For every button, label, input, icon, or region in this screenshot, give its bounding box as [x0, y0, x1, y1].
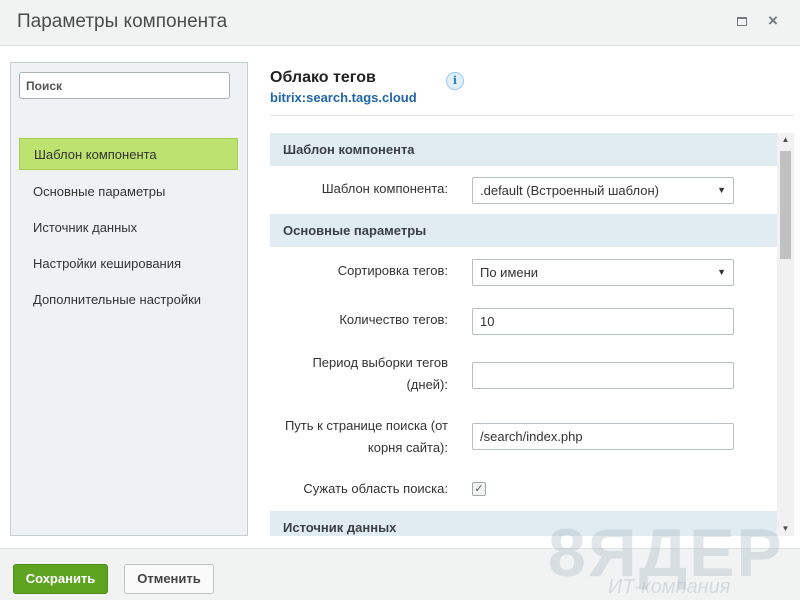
content-scrollbar[interactable]: ▲ ▼: [777, 133, 794, 536]
sidebar-item-cache-settings[interactable]: Настройки кеширования: [19, 246, 238, 282]
period-label: Период выборки тегов (дней):: [312, 352, 448, 396]
search-input[interactable]: [19, 72, 230, 99]
period-label-line1: Период выборки тегов: [312, 355, 448, 370]
dropdown-arrow-icon: ▼: [717, 185, 726, 195]
section-header-data-source: Источник данных: [270, 511, 777, 536]
narrow-search-checkbox[interactable]: ✓: [472, 482, 486, 496]
sidebar-item-data-source[interactable]: Источник данных: [19, 210, 238, 246]
section-header-main: Основные параметры: [270, 214, 777, 247]
dialog-footer: Сохранить Отменить: [0, 548, 800, 600]
dialog-title: Параметры компонента: [17, 11, 228, 32]
dropdown-arrow-icon: ▼: [717, 267, 726, 277]
settings-form: Шаблон компонента Шаблон компонента: .de…: [270, 133, 777, 536]
sidebar-item-template[interactable]: Шаблон компонента: [19, 138, 238, 170]
scroll-down-icon[interactable]: ▼: [777, 522, 794, 536]
scroll-up-icon[interactable]: ▲: [777, 133, 794, 147]
search-path-input[interactable]: /search/index.php: [472, 423, 734, 450]
search-path-label-line1: Путь к странице поиска (от: [284, 418, 448, 433]
sidebar-nav: Шаблон компонента Основные параметры Ист…: [19, 138, 238, 318]
narrow-search-label: Сужать область поиска:: [303, 481, 448, 496]
section-header-template: Шаблон компонента: [270, 133, 777, 166]
sidebar-item-additional-settings[interactable]: Дополнительные настройки: [19, 282, 238, 318]
cancel-button[interactable]: Отменить: [124, 564, 214, 594]
dialog-titlebar: Параметры компонента ×: [0, 0, 800, 46]
close-icon[interactable]: ×: [764, 11, 782, 31]
sort-select[interactable]: По имени ▼: [472, 259, 734, 286]
component-name: Облако тегов: [270, 69, 376, 86]
period-input[interactable]: [472, 362, 734, 389]
scroll-thumb[interactable]: [780, 151, 791, 259]
period-label-line2: (дней):: [406, 377, 448, 392]
count-input[interactable]: 10: [472, 308, 734, 335]
maximize-icon[interactable]: [737, 17, 747, 26]
component-header: Облако тегов i bitrix:search.tags.cloud: [270, 66, 794, 116]
info-icon[interactable]: i: [446, 72, 464, 90]
component-code: bitrix:search.tags.cloud: [270, 90, 417, 105]
template-select-value: .default (Встроенный шаблон): [480, 183, 659, 198]
sidebar: Шаблон компонента Основные параметры Ист…: [10, 62, 248, 536]
count-label: Количество тегов:: [339, 312, 448, 327]
template-select[interactable]: .default (Встроенный шаблон) ▼: [472, 177, 734, 204]
sort-label: Сортировка тегов:: [337, 263, 448, 278]
sidebar-item-main-params[interactable]: Основные параметры: [19, 174, 238, 210]
search-path-label: Путь к странице поиска (от корня сайта):: [285, 415, 448, 459]
template-label: Шаблон компонента:: [321, 181, 448, 196]
sort-select-value: По имени: [480, 265, 539, 280]
search-path-label-line2: корня сайта):: [367, 440, 448, 455]
save-button[interactable]: Сохранить: [13, 564, 108, 594]
